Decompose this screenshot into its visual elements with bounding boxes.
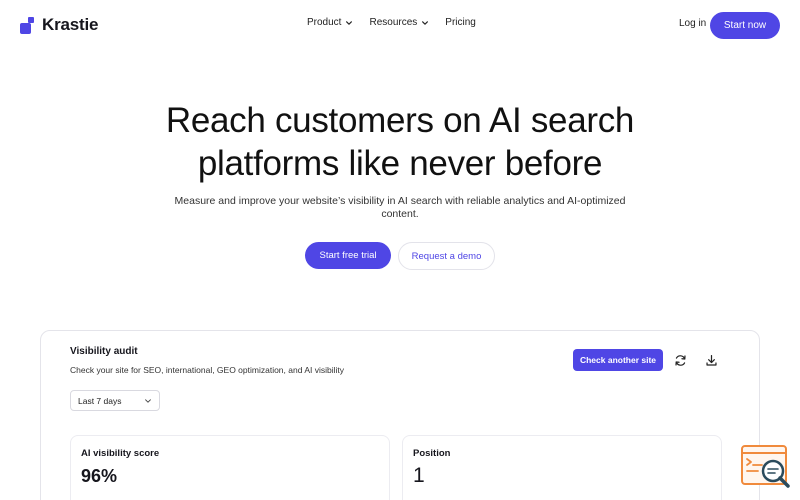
nav-item-label: Resources — [369, 17, 418, 28]
audit-title: Visibility audit — [70, 346, 138, 357]
start-free-trial-button[interactable]: Start free trial — [305, 242, 391, 269]
hero-subtitle: Measure and improve your website’s visib… — [174, 195, 626, 220]
metric-card-position: Position 1 — [402, 435, 722, 500]
login-link[interactable]: Log in — [679, 18, 706, 29]
refresh-icon — [674, 354, 686, 366]
hero-title: Reach customers on AI search platforms l… — [0, 99, 800, 185]
nav-item-product[interactable]: Product — [307, 17, 353, 28]
download-button[interactable] — [703, 352, 719, 368]
logo-mark-icon — [20, 16, 36, 34]
hero-title-line2: platforms like never before — [197, 144, 603, 183]
search-analytics-icon — [741, 445, 790, 488]
check-another-site-button[interactable]: Check another site — [573, 349, 663, 371]
brand-name: Krastie — [42, 15, 99, 34]
top-navigation: Krastie Product Resources Pricing Log in… — [0, 0, 800, 50]
nav-item-label: Product — [307, 17, 342, 28]
period-selected-value: Last 7 days — [78, 395, 122, 406]
period-select[interactable]: Last 7 days — [70, 390, 160, 411]
request-demo-button[interactable]: Request a demo — [398, 242, 495, 270]
metric-value: 96% — [81, 466, 118, 486]
chevron-down-icon — [145, 399, 151, 403]
visibility-audit-card: Visibility audit Check your site for SEO… — [40, 330, 760, 500]
metric-label: Position — [413, 448, 451, 459]
brand-logo[interactable]: Krastie — [20, 15, 98, 35]
metric-card-ai-visibility-score: AI visibility score 96% — [70, 435, 390, 500]
metric-label: AI visibility score — [81, 448, 160, 459]
hero-title-line1: Reach customers on AI search — [165, 101, 635, 140]
nav-item-pricing[interactable]: Pricing — [445, 17, 476, 28]
start-now-button[interactable]: Start now — [710, 12, 780, 39]
refresh-button[interactable] — [672, 352, 688, 368]
download-icon — [705, 354, 717, 366]
audit-subtitle: Check your site for SEO, international, … — [70, 365, 345, 375]
chevron-down-icon — [422, 20, 429, 25]
nav-item-resources[interactable]: Resources — [369, 17, 429, 28]
main-menu: Product Resources Pricing — [307, 17, 476, 28]
metric-value: 1 — [413, 464, 425, 487]
nav-item-label: Pricing — [445, 17, 476, 28]
floating-help-widget[interactable] — [740, 444, 792, 490]
chevron-down-icon — [346, 20, 353, 25]
